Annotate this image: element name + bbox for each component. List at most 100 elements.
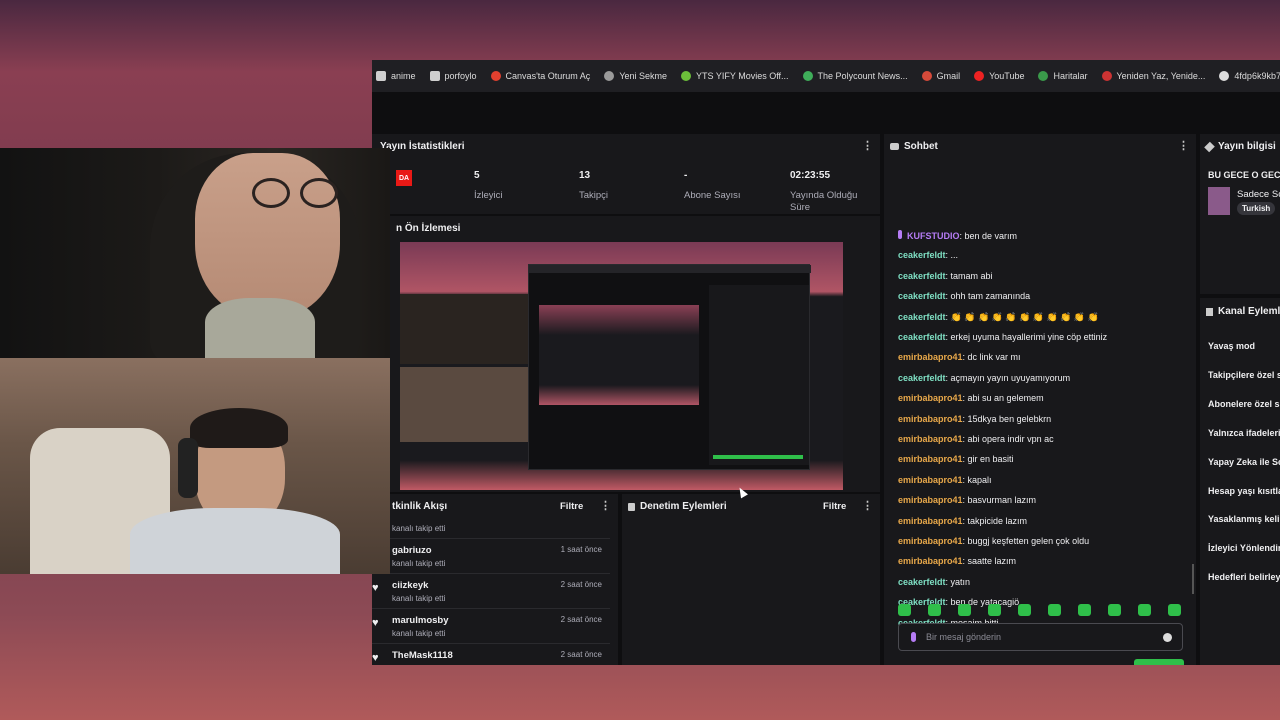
emote-icon[interactable] [928, 604, 941, 616]
chat-text: : kapalı [962, 474, 992, 485]
chat-input[interactable]: Bir mesaj gönderin [898, 623, 1183, 651]
bookmark-label: porfoylo [444, 71, 477, 81]
chat-text: : takpicide lazım [962, 515, 1028, 526]
preview-nested-screen [528, 264, 811, 470]
bookmark-item[interactable]: Yeni Sekme [604, 71, 667, 81]
chat-message: emirbabapro41: gir en basiti [898, 454, 1014, 464]
emote-icon[interactable] [1138, 604, 1151, 616]
chat-username[interactable]: emirbabapro41 [898, 454, 963, 464]
bookmark-item[interactable]: The Polycount News... [802, 71, 908, 81]
channel-action-item[interactable]: Hesap yaşı kısıtla [1208, 486, 1280, 496]
rewrite-icon [1101, 71, 1112, 81]
chat-username[interactable]: KUFSTUDIO [907, 231, 960, 241]
stream-stats-panel: Yayın İstatistikleri ⋮ DA 5 İzleyici 13 … [372, 134, 880, 214]
chat-username[interactable]: emirbabapro41 [898, 495, 963, 505]
dashboard-header [372, 92, 1280, 134]
channel-action-item[interactable]: Takipçilere özel s [1208, 370, 1280, 380]
chat-username[interactable]: ceakerfeldt [898, 312, 946, 322]
chat-username[interactable]: ceakerfeldt [898, 577, 946, 587]
chat-username[interactable]: emirbabapro41 [898, 352, 963, 362]
bookmark-item[interactable]: porfoylo [429, 71, 477, 81]
chat-username[interactable]: emirbabapro41 [898, 434, 963, 444]
channel-action-item[interactable]: İzleyici Yönlendir [1208, 543, 1280, 553]
chat-text: : ... [945, 250, 959, 261]
activity-username[interactable]: marulmosby [392, 615, 449, 626]
bookmark-item[interactable]: 4fdp6k9kb7w61.pn... [1219, 71, 1280, 81]
chat-username[interactable]: ceakerfeldt [898, 291, 946, 301]
chat-text: : 👏 👏 👏 👏 👏 👏 👏 👏 👏 👏 👏 [945, 311, 1099, 322]
activity-username[interactable]: TheMask1118 [392, 650, 453, 661]
chat-menu-icon[interactable]: ⋮ [1178, 139, 1189, 152]
emote-icon[interactable] [898, 604, 911, 616]
channel-action-item[interactable]: Yavaş mod [1208, 341, 1255, 351]
chat-username[interactable]: ceakerfeldt [898, 373, 946, 383]
chat-text: : yatın [945, 576, 971, 587]
channel-action-item[interactable]: Yasaklanmış keli [1208, 514, 1280, 524]
bookmark-item[interactable]: Gmail [921, 71, 960, 81]
tag-chip[interactable]: Turkish [1237, 202, 1276, 215]
log-icon [628, 502, 635, 511]
chat-text: : erkej uyuma hayallerimi yine cöp ettin… [945, 332, 1108, 342]
channel-action-item[interactable]: Abonelere özel s [1208, 399, 1280, 409]
activity-description: kanalı takip etti [392, 629, 446, 638]
bookmark-item[interactable]: Yeniden Yaz, Yenide... [1101, 71, 1205, 81]
chat-panel: Sohbet ⋮ KUFSTUDIO: ben de varım ceakerfe… [884, 134, 1196, 665]
chat-message: emirbabapro41: saatte lazım [898, 556, 1016, 566]
chat-username[interactable]: ceakerfeldt [898, 271, 946, 281]
stats-menu-icon[interactable]: ⋮ [862, 139, 873, 152]
followers-value: 13 [579, 170, 591, 181]
activity-filter-button[interactable]: Filtre [560, 501, 583, 512]
chat-username[interactable]: ceakerfeldt [898, 332, 946, 342]
maps-icon [1038, 71, 1049, 81]
activity-username[interactable]: ciizkeyk [392, 580, 428, 591]
bookmark-item[interactable]: anime [376, 71, 416, 81]
emote-icon[interactable] [1168, 604, 1181, 616]
preview-video[interactable] [400, 242, 843, 490]
channel-action-item[interactable]: Yapay Zeka ile Sc [1208, 457, 1280, 467]
stream-category: Sadece Sc [1237, 189, 1280, 200]
chat-text: : dc link var mı [962, 352, 1021, 363]
bookmark-item[interactable]: Haritalar [1038, 71, 1088, 81]
preview-title: n Ön İzlemesi [396, 223, 461, 234]
chat-message: ceakerfeldt: açmayın yayın uyuyamıyorum [898, 373, 1070, 383]
chat-username[interactable]: emirbabapro41 [898, 536, 963, 546]
chat-text: : ben de varım [959, 231, 1018, 241]
emote-icon[interactable] [958, 604, 971, 616]
activity-description: kanalı takip etti [392, 594, 446, 603]
chat-message: emirbabapro41: abi opera indir vpn ac [898, 434, 1054, 444]
emote-icon[interactable] [988, 604, 1001, 616]
activity-username[interactable]: gabriuzo [392, 545, 432, 556]
chat-username[interactable]: emirbabapro41 [898, 475, 963, 485]
activity-menu-icon[interactable]: ⋮ [600, 499, 611, 512]
activity-feed-panel: tkinlik Akışı Filtre ⋮ kanalı takip etti… [372, 494, 618, 665]
emote-icon[interactable] [1078, 604, 1091, 616]
chat-username[interactable]: emirbabapro41 [898, 414, 963, 424]
headset-icon [178, 438, 198, 498]
channel-actions-panel: Kanal Eylemle Yavaş mod Takipçilere özel … [1200, 298, 1280, 665]
avatar [1208, 187, 1230, 215]
bookmark-item[interactable]: YouTube [974, 71, 1024, 81]
chat-username[interactable]: emirbabapro41 [898, 393, 963, 403]
emoji-icon[interactable] [1163, 633, 1172, 642]
webcam-bottom [0, 358, 390, 574]
bookmark-item[interactable]: YTS YIFY Movies Off... [681, 71, 789, 81]
preview-cam-bottom [400, 367, 532, 442]
mic-icon[interactable] [911, 632, 916, 642]
emote-icon[interactable] [1018, 604, 1031, 616]
chat-send-button[interactable] [1134, 659, 1184, 665]
info-title: Yayın bilgisi [1204, 141, 1276, 152]
chat-message: ceakerfeldt: yatın [898, 577, 970, 587]
emote-icon[interactable] [1108, 604, 1121, 616]
chat-scrollbar[interactable] [1192, 564, 1194, 594]
moderation-menu-icon[interactable]: ⋮ [862, 499, 873, 512]
moderation-title: Denetim Eylemleri [628, 501, 727, 512]
channel-action-item[interactable]: Hedefleri belirley [1208, 572, 1280, 582]
chat-username[interactable]: emirbabapro41 [898, 516, 963, 526]
moderation-filter-button[interactable]: Filtre [823, 501, 846, 512]
chat-username[interactable]: ceakerfeldt [898, 250, 946, 260]
chat-username[interactable]: emirbabapro41 [898, 556, 963, 566]
heart-icon: ♥ [372, 582, 379, 594]
bookmark-item[interactable]: Canvas'ta Oturum Aç [490, 71, 590, 81]
channel-action-item[interactable]: Yalnızca ifadeleri [1208, 428, 1280, 438]
emote-icon[interactable] [1048, 604, 1061, 616]
